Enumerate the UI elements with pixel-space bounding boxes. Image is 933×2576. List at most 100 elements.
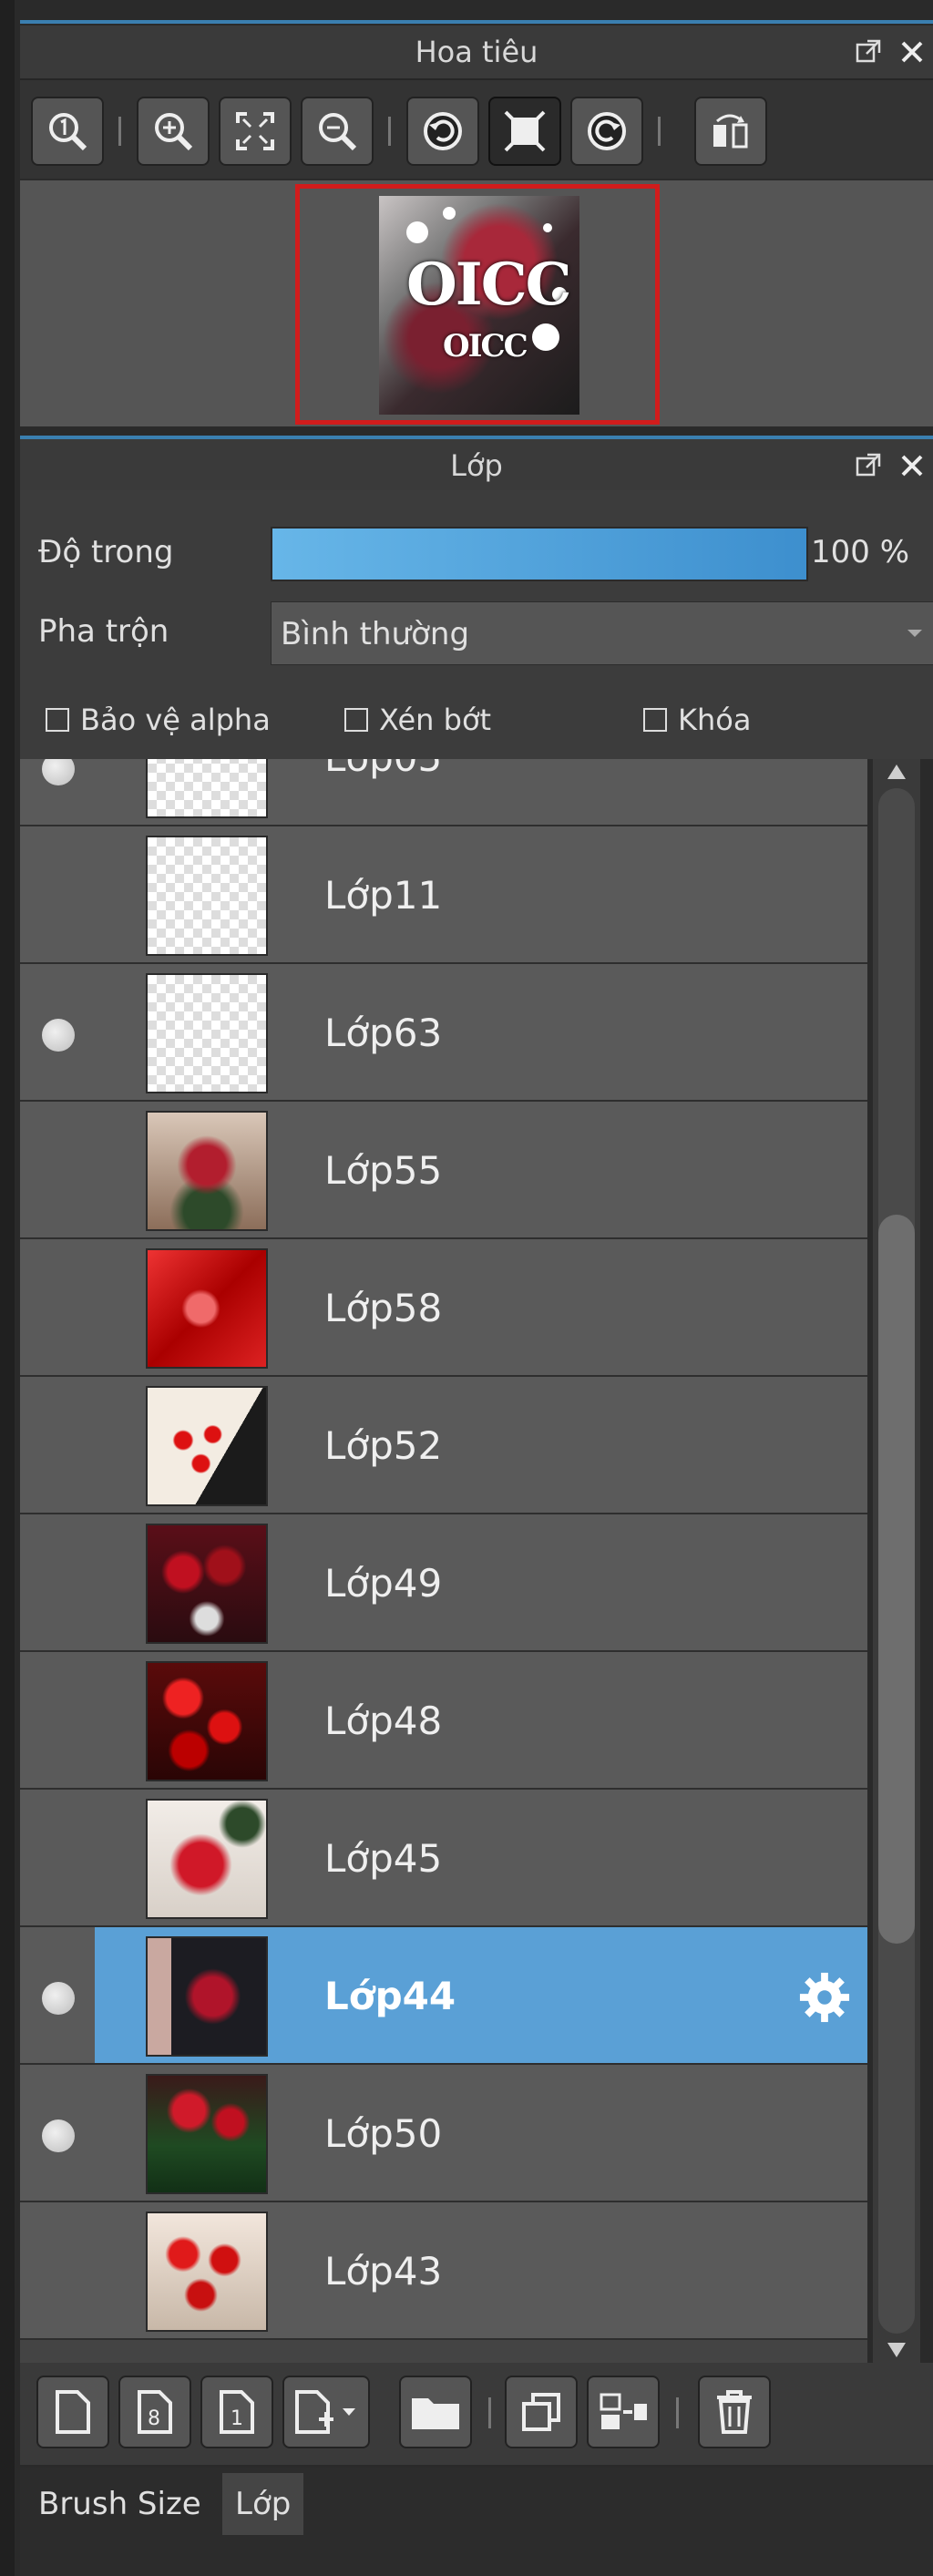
lock-label: Khóa (678, 703, 752, 737)
layer-thumbnail (146, 1661, 268, 1781)
protect-alpha-label: Bảo vệ alpha (80, 703, 271, 737)
visibility-icon[interactable] (42, 759, 75, 785)
zoom-out-button[interactable] (301, 97, 374, 166)
layer-name: Lớp45 (324, 1836, 443, 1881)
clipping-label: Xén bớt (379, 703, 492, 737)
merge-layer-button[interactable] (587, 2376, 660, 2448)
new-8bit-layer-button[interactable]: 8 (118, 2376, 191, 2448)
layer-list[interactable]: Lớp05 Lớp11 Lớp63 Lớp55 Lớp58 Lớp52 Lớp49 Lớp4… (20, 759, 867, 2363)
layer-row[interactable]: Lớp43 (20, 2202, 867, 2340)
layer-row[interactable]: Lớp45 (20, 1790, 867, 1927)
viewport-frame[interactable]: OICC OICC (295, 184, 660, 425)
layer-thumbnail (146, 2212, 268, 2332)
rotate-left-button[interactable] (406, 97, 479, 166)
new-page-icon (56, 2390, 90, 2434)
layer-8bit-icon: 8 (138, 2390, 172, 2434)
popout-icon[interactable] (855, 38, 882, 66)
visibility-icon[interactable] (42, 1019, 75, 1052)
chevron-down-icon (907, 630, 922, 637)
opacity-value: 100 % (811, 534, 910, 570)
layer-row[interactable]: Lớp52 (20, 1377, 867, 1514)
layer-properties: Độ trong 100 % Pha trộn Bình thường Bảo … (20, 490, 933, 759)
gear-icon[interactable] (798, 1971, 851, 2024)
toolbar-separator (118, 117, 121, 146)
layer-thumbnail (146, 1936, 268, 2057)
layer-name: Lớp05 (324, 759, 442, 826)
close-icon[interactable] (898, 38, 926, 66)
navigator-title: Hoa tiêu (415, 35, 538, 69)
visibility-icon[interactable] (42, 1982, 75, 2015)
navigator-preview-area[interactable]: OICC OICC (20, 180, 933, 426)
panel-tabs: Brush Size Lớp (20, 2468, 933, 2576)
flip-horizontal-button[interactable] (694, 97, 767, 166)
reset-view-button[interactable] (488, 97, 561, 166)
layer-thumbnail (146, 1799, 268, 1919)
layer-thumbnail (146, 2074, 268, 2194)
trash-icon (717, 2390, 752, 2434)
merge-icon (600, 2393, 647, 2429)
new-layer-button[interactable] (36, 2376, 109, 2448)
layer-row[interactable]: Lớp50 (20, 2065, 867, 2202)
svg-text:8: 8 (148, 2407, 160, 2430)
layer-name: Lớp11 (324, 873, 443, 918)
layer-row[interactable]: Lớp44 (20, 1927, 867, 2065)
new-1bit-layer-button[interactable]: 1 (200, 2376, 273, 2448)
zoom-in-icon (155, 113, 193, 151)
layer-row-partial[interactable]: Lớp05 (20, 759, 867, 826)
delete-layer-button[interactable] (698, 2376, 771, 2448)
tab-brush-size[interactable]: Brush Size (26, 2473, 214, 2535)
layer-row[interactable]: Lớp58 (20, 1239, 867, 1377)
layer-name: Lớp43 (324, 2249, 443, 2294)
tab-layers[interactable]: Lớp (222, 2473, 304, 2535)
layer-row[interactable]: Lớp48 (20, 1652, 867, 1790)
layers-titlebar: Lớp (20, 439, 933, 494)
layer-thumbnail (146, 759, 268, 818)
opacity-slider[interactable] (271, 527, 808, 581)
layer-thumbnail (146, 973, 268, 1093)
layer-actions-toolbar: 8 1 (20, 2363, 933, 2465)
visibility-icon[interactable] (42, 2119, 75, 2152)
duplicate-layer-button[interactable] (505, 2376, 578, 2448)
layer-list-scrollbar[interactable] (873, 759, 920, 2363)
checkbox-icon (643, 708, 667, 732)
folder-icon (412, 2398, 459, 2429)
toolbar-separator (388, 117, 391, 146)
layer-row[interactable]: Lớp63 (20, 964, 867, 1102)
layer-name: Lớp58 (324, 1286, 443, 1330)
close-icon[interactable] (898, 452, 926, 479)
flip-frame-icon (504, 110, 546, 152)
layer-row[interactable]: Lớp49 (20, 1514, 867, 1652)
svg-text:1: 1 (231, 2407, 243, 2430)
canvas-preview: OICC OICC (379, 196, 579, 415)
scroll-thumb[interactable] (878, 1215, 915, 1944)
rotate-left-icon (424, 112, 462, 150)
navigator-titlebar: Hoa tiêu (20, 26, 933, 80)
toolbar-separator (488, 2397, 491, 2428)
add-layer-menu-button[interactable] (282, 2376, 370, 2448)
scroll-up-icon[interactable] (887, 765, 906, 779)
protect-alpha-checkbox[interactable]: Bảo vệ alpha (46, 703, 271, 737)
checkbox-icon (46, 708, 69, 732)
zoom-in-button[interactable] (137, 97, 210, 166)
layer-row[interactable]: Lớp55 (20, 1102, 867, 1239)
layer-name: Lớp44 (324, 1974, 456, 2018)
blend-mode-select[interactable]: Bình thường (271, 601, 933, 665)
new-folder-button[interactable] (399, 2376, 472, 2448)
add-layer-icon (295, 2390, 355, 2434)
layer-thumbnail (146, 1248, 268, 1369)
rotate-right-button[interactable] (570, 97, 643, 166)
popout-icon[interactable] (855, 452, 882, 479)
layer-name: Lớp48 (324, 1699, 443, 1743)
zoom-actual-button[interactable] (31, 97, 104, 166)
clipping-checkbox[interactable]: Xén bớt (344, 703, 491, 737)
checkbox-icon (344, 708, 368, 732)
fit-view-button[interactable] (219, 97, 292, 166)
scroll-down-icon[interactable] (887, 2343, 906, 2357)
fit-screen-icon (236, 112, 274, 150)
panel-top-border (20, 20, 933, 24)
zoom-one-icon (49, 113, 87, 151)
lock-checkbox[interactable]: Khóa (643, 703, 751, 737)
rotate-right-icon (588, 112, 626, 150)
layer-row[interactable]: Lớp11 (20, 826, 867, 964)
left-edge (0, 0, 15, 2576)
